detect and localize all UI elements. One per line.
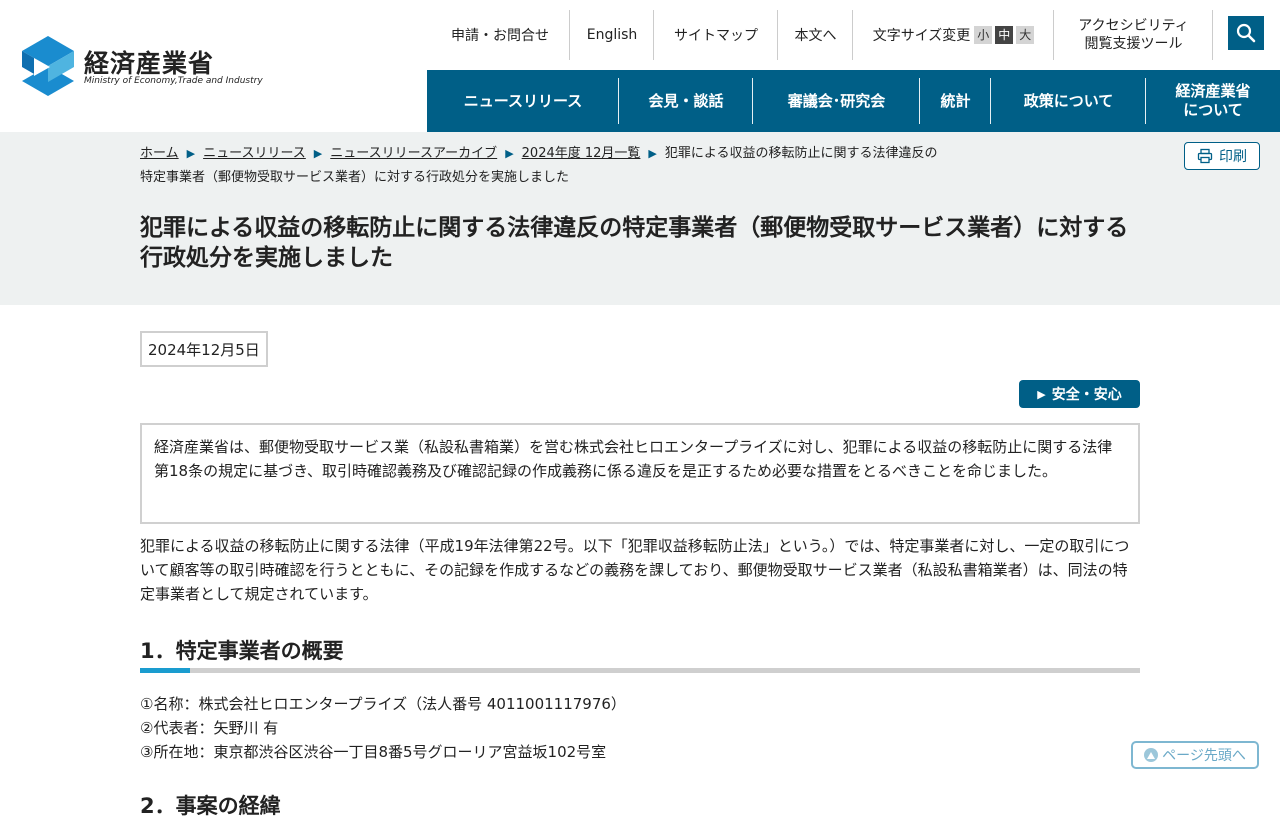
english-link-label: English: [586, 27, 638, 43]
section2-heading: 2．事案の経緯: [140, 794, 281, 818]
print-button[interactable]: 印刷: [1184, 142, 1260, 170]
breadcrumb-news-release[interactable]: ニュースリリース: [203, 146, 306, 161]
logo-japanese-text: 経済産業省: [84, 49, 215, 78]
search-button[interactable]: [1228, 16, 1264, 50]
accessibility-tool-link[interactable]: アクセシビリティ 閲覧支援ツール: [1054, 10, 1213, 60]
nav-press-conference-label: 会見・談話: [648, 91, 724, 110]
nav-press-conference[interactable]: 会見・談話: [619, 70, 753, 132]
nav-statistics[interactable]: 統計: [920, 70, 991, 132]
skip-to-content-link[interactable]: 本文へ: [778, 10, 853, 60]
sitemap-link-label: サイトマップ: [674, 28, 758, 44]
breadcrumb-arrow-icon: ▶: [648, 147, 657, 160]
skip-to-content-label: 本文へ: [794, 28, 837, 44]
breadcrumb-arrow-icon: ▶: [186, 147, 196, 160]
sitemap-link[interactable]: サイトマップ: [654, 10, 778, 60]
page-top-label: ページ先頭へ: [1162, 748, 1246, 764]
heading-underline: [140, 668, 1140, 673]
list-item: ③所在地：東京都渋谷区渋谷一丁目8番5号グローリア宮益坂102号室: [140, 743, 607, 761]
print-button-label: 印刷: [1219, 149, 1247, 165]
breadcrumb: ホーム ▶ ニュースリリース ▶ ニュースリリースアーカイブ ▶ 2024年度 12月一覧 ▶…: [140, 142, 940, 190]
nav-about-meti-line2: について: [1183, 101, 1243, 119]
breadcrumb-home[interactable]: ホーム: [140, 146, 179, 161]
font-size-medium-button[interactable]: 中: [995, 26, 1014, 44]
nav-councils-label: 審議会･研究会: [787, 91, 886, 110]
nav-policy[interactable]: 政策について: [991, 70, 1146, 132]
contact-link[interactable]: 申請・お問合せ: [430, 10, 570, 60]
printer-icon: [1197, 148, 1213, 164]
breadcrumb-archive[interactable]: ニュースリリースアーカイブ: [330, 146, 497, 161]
font-size-small-button[interactable]: 小: [974, 26, 993, 44]
section1-heading: 1．特定事業者の概要: [140, 633, 1140, 673]
nav-about-meti-line1: 経済産業省: [1175, 82, 1251, 100]
nav-news-release[interactable]: ニュースリリース: [427, 70, 619, 132]
font-size-large-button[interactable]: 大: [1016, 26, 1035, 44]
section1-heading-text: 1．特定事業者の概要: [140, 639, 344, 663]
main-navigation: ニュースリリース 会見・談話 審議会･研究会 統計 政策について 経済産業省 に…: [427, 70, 1280, 132]
nav-statistics-label: 統計: [940, 91, 971, 110]
breadcrumb-arrow-icon: ▶: [505, 147, 514, 160]
font-size-label: 文字サイズ変更: [872, 28, 971, 44]
summary-box: 経済産業省は、郵便物受取サービス業（私設私書箱業）を営む株式会社ヒロエンタープラ…: [140, 423, 1140, 524]
meti-emblem-icon: [22, 36, 74, 96]
heading-accent-bar: [140, 668, 190, 673]
intro-paragraph: 犯罪による収益の移転防止に関する法律（平成19年法律第22号。以下「犯罪収益移転…: [140, 537, 1130, 603]
page-top-button[interactable]: ページ先頭へ: [1131, 741, 1259, 769]
page-title: 犯罪による収益の移転防止に関する法律違反の特定事業者（郵便物受取サービス業者）に…: [140, 215, 1129, 271]
contact-link-label: 申請・お問合せ: [451, 28, 549, 44]
english-link[interactable]: English: [570, 10, 654, 60]
logo-english-text: Ministry of Economy,Trade and Industry: [84, 76, 263, 86]
font-size-control: 文字サイズ変更 小 中 大: [853, 10, 1054, 60]
play-arrow-icon: ▶: [1037, 387, 1046, 401]
category-tag-label: 安全・安心: [1051, 387, 1122, 403]
arrow-up-icon: [1144, 748, 1159, 762]
accessibility-line2: 閲覧支援ツール: [1084, 36, 1183, 52]
summary-text: 経済産業省は、郵便物受取サービス業（私設私書箱業）を営む株式会社ヒロエンタープラ…: [154, 438, 1113, 480]
meti-logo[interactable]: 経済産業省 Ministry of Economy,Trade and Indu…: [20, 36, 263, 98]
nav-about-meti[interactable]: 経済産業省 について: [1146, 70, 1280, 132]
nav-news-release-label: ニュースリリース: [463, 91, 583, 110]
category-tag-link[interactable]: ▶ 安全・安心: [1019, 380, 1140, 408]
breadcrumb-arrow-icon: ▶: [313, 147, 323, 160]
search-icon: [1236, 23, 1256, 43]
breadcrumb-december-list[interactable]: 2024年度 12月一覧: [522, 146, 641, 161]
site-header: 経済産業省 Ministry of Economy,Trade and Indu…: [0, 0, 1280, 132]
release-date-text: 2024年12月5日: [148, 340, 260, 359]
nav-councils[interactable]: 審議会･研究会: [753, 70, 920, 132]
list-item: ①名称：株式会社ヒロエンタープライズ（法人番号 4011001117976）: [140, 695, 626, 713]
list-item: ②代表者：矢野川 有: [140, 719, 279, 737]
nav-policy-label: 政策について: [1023, 91, 1114, 110]
accessibility-line1: アクセシビリティ: [1078, 18, 1189, 34]
release-date: 2024年12月5日: [140, 331, 268, 367]
business-info-list: ①名称：株式会社ヒロエンタープライズ（法人番号 4011001117976） ②…: [140, 692, 1140, 764]
